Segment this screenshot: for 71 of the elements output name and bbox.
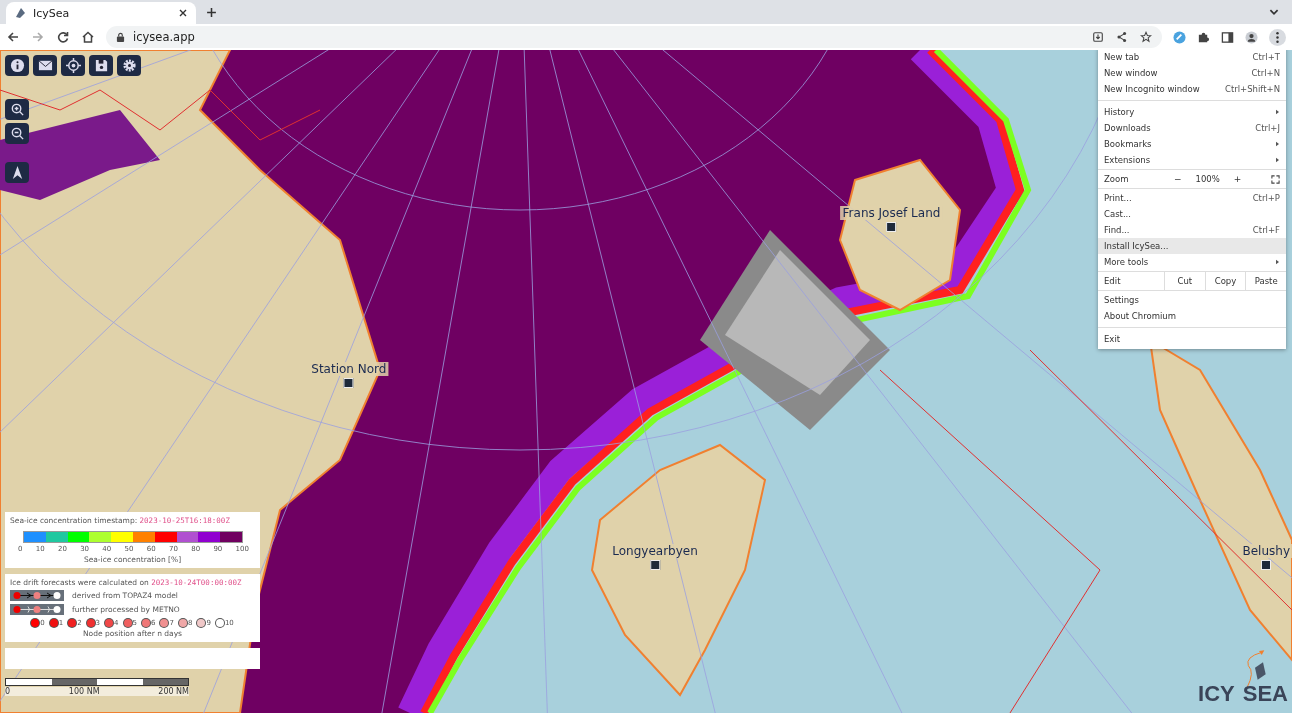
menu-item[interactable]: Exit [1098,331,1286,347]
cube-icon [14,7,26,19]
station-marker [1261,559,1272,570]
menu-icon[interactable] [1269,28,1286,46]
info-icon [9,58,25,73]
zoom-out-menu-button[interactable]: − [1164,174,1192,184]
menu-item[interactable]: Install IcySea... [1098,238,1286,254]
station-marker [343,377,354,388]
zoom-level: 100% [1194,174,1221,184]
crosshair-icon [65,58,81,73]
north-arrow-button[interactable] [5,162,29,183]
edit-action-button[interactable]: Paste [1245,272,1286,290]
station-marker [886,221,897,232]
drift-bracket-track-icon [10,604,64,615]
drift-arrow-track-icon [10,590,64,601]
submenu-arrow-icon [1275,141,1280,147]
menu-item[interactable]: More tools [1098,254,1286,270]
scale-label: 100 NM [68,687,100,696]
info-button[interactable] [5,55,29,76]
menu-label: Zoom [1103,174,1130,184]
home-icon[interactable] [81,30,95,44]
scale-label: 200 NM [158,687,189,696]
tab-title: IcySea [33,6,71,20]
menu-item[interactable]: Downloads Ctrl+J [1098,120,1286,136]
new-tab-icon[interactable] [206,7,217,18]
menu-item[interactable]: Settings [1098,292,1286,308]
browser-tab[interactable]: IcySea [6,2,196,24]
logo-text: SEA [1242,681,1288,707]
share-icon[interactable] [1116,31,1128,43]
side-panel-icon[interactable] [1221,30,1234,44]
zoom-out-button[interactable] [5,123,29,144]
submenu-arrow-icon [1275,259,1280,265]
menu-item[interactable]: Cast... [1098,206,1286,222]
settings-icon [121,58,137,73]
back-icon[interactable] [6,30,20,44]
menu-item[interactable]: New tab Ctrl+T [1098,50,1286,65]
extension-icon[interactable] [1173,30,1186,44]
save-button[interactable] [89,55,113,76]
menu-item[interactable]: New Incognito window Ctrl+Shift+N [1098,81,1286,97]
zoom-in-icon [9,102,25,117]
menu-item[interactable]: Extensions [1098,152,1286,168]
zoom-in-menu-button[interactable]: + [1223,174,1252,184]
menu-item[interactable]: About Chromium [1098,308,1286,324]
star-icon[interactable] [1140,31,1152,43]
scale-label: 0 [5,687,11,696]
menu-label: Edit [1103,276,1122,286]
fullscreen-icon[interactable] [1271,174,1281,184]
station-marker [650,559,661,570]
menu-item[interactable]: Find... Ctrl+F [1098,222,1286,238]
zoom-in-button[interactable] [5,99,29,120]
logo-text: ICY [1198,681,1235,707]
zoom-out-icon [9,126,25,141]
envelope-icon [37,58,53,73]
submenu-arrow-icon [1275,157,1280,163]
close-icon[interactable] [178,8,188,18]
puzzle-icon[interactable] [1197,30,1210,44]
profile-icon[interactable] [1245,30,1258,44]
locate-button[interactable] [61,55,85,76]
edit-action-button[interactable]: Copy [1204,272,1246,290]
submenu-arrow-icon [1275,109,1280,115]
address-field[interactable]: icysea.app [106,26,1162,48]
edit-action-button[interactable]: Cut [1164,272,1205,290]
menu-item[interactable]: Print... Ctrl+P [1098,190,1286,206]
settings-button[interactable] [117,55,141,76]
menu-item[interactable]: New window Ctrl+N [1098,65,1286,81]
install-icon[interactable] [1092,31,1104,43]
lock-icon [116,31,125,43]
menu-item[interactable]: Bookmarks [1098,136,1286,152]
mail-button[interactable] [33,55,57,76]
reload-icon[interactable] [56,30,70,44]
menu-item[interactable]: History [1098,104,1286,120]
